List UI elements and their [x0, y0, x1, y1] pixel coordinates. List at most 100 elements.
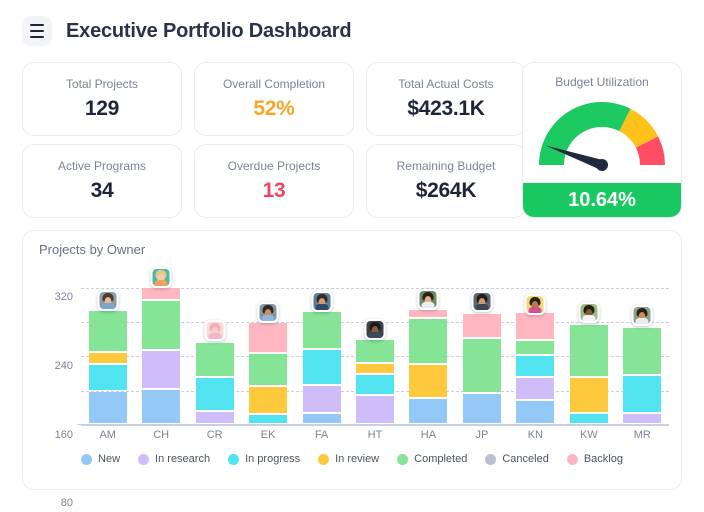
kpi-card-remaining-budget[interactable]: Remaining Budget $264K	[366, 144, 526, 218]
bar-segment[interactable]	[463, 394, 501, 423]
bar-column[interactable]	[188, 279, 241, 425]
avatar-body	[262, 315, 275, 321]
bar-segment[interactable]	[570, 414, 608, 423]
legend-label: Backlog	[584, 453, 623, 465]
y-axis-tick: 80	[61, 497, 73, 509]
bar-segment[interactable]	[196, 343, 234, 376]
bar-segment[interactable]	[249, 323, 287, 352]
owner-avatar[interactable]	[578, 302, 599, 323]
legend-item[interactable]: In progress	[228, 453, 300, 465]
kpi-label: Overdue Projects	[228, 159, 321, 173]
bar-segment[interactable]	[463, 314, 501, 337]
bar-segment[interactable]	[89, 365, 127, 390]
bar-column[interactable]	[616, 279, 669, 425]
chart-x-labels: AMCHCREKFAHTHAJPKNKWMR	[81, 429, 669, 441]
bar-segment[interactable]	[249, 415, 287, 423]
bar-segment[interactable]	[570, 325, 608, 376]
owner-avatar[interactable]	[151, 267, 172, 288]
owner-avatar[interactable]	[311, 291, 332, 312]
kpi-card-total-actual-costs[interactable]: Total Actual Costs $423.1K	[366, 62, 526, 136]
legend-item[interactable]: Completed	[397, 453, 467, 465]
y-axis-tick: 160	[55, 429, 73, 441]
bar-segment[interactable]	[409, 310, 447, 318]
gauge-value-banner: 10.64%	[523, 183, 681, 217]
bar-segment[interactable]	[142, 351, 180, 388]
owner-avatar[interactable]	[418, 289, 439, 310]
bar-segment[interactable]	[409, 319, 447, 363]
bar-segment[interactable]	[142, 288, 180, 299]
gauge-chart	[527, 95, 677, 173]
x-axis-label: JP	[455, 429, 508, 441]
legend-item[interactable]: Backlog	[567, 453, 623, 465]
bar-segment[interactable]	[516, 401, 554, 423]
bar-segment[interactable]	[249, 354, 287, 385]
bar-segment[interactable]	[516, 341, 554, 354]
bar-segment[interactable]	[623, 414, 661, 423]
bar-column[interactable]	[348, 279, 401, 425]
kpi-value: $264K	[416, 179, 476, 203]
x-axis-label: MR	[616, 429, 669, 441]
bar-column[interactable]	[402, 279, 455, 425]
bar-segment[interactable]	[356, 375, 394, 395]
bar-segment[interactable]	[356, 364, 394, 373]
bar-segment[interactable]	[516, 356, 554, 376]
owner-avatar[interactable]	[525, 294, 546, 315]
chart-title: Projects by Owner	[39, 242, 145, 257]
kpi-card-overdue-projects[interactable]: Overdue Projects 13	[194, 144, 354, 218]
bar-segment[interactable]	[303, 350, 341, 383]
bar-segment[interactable]	[303, 414, 341, 423]
owner-avatar[interactable]	[204, 320, 225, 341]
kpi-card-active-programs[interactable]: Active Programs 34	[22, 144, 182, 218]
legend-item[interactable]: New	[81, 453, 120, 465]
bar-column[interactable]	[134, 279, 187, 425]
bar-stack	[89, 311, 127, 425]
bar-segment[interactable]	[516, 378, 554, 399]
x-axis-label: AM	[81, 429, 134, 441]
legend-label: In review	[335, 453, 379, 465]
gauge-value-text: 10.64%	[568, 189, 636, 212]
bar-segment[interactable]	[303, 312, 341, 348]
owner-avatar[interactable]	[632, 305, 653, 326]
bar-segment[interactable]	[142, 390, 180, 423]
bar-stack	[356, 340, 394, 425]
bar-segment[interactable]	[409, 365, 447, 397]
legend-item[interactable]: In research	[138, 453, 210, 465]
bar-segment[interactable]	[142, 301, 180, 349]
bar-segment[interactable]	[356, 396, 394, 423]
kpi-card-total-projects[interactable]: Total Projects 129	[22, 62, 182, 136]
bar-column[interactable]	[509, 279, 562, 425]
kpi-card-overall-completion[interactable]: Overall Completion 52%	[194, 62, 354, 136]
avatar-body	[315, 304, 328, 310]
bar-segment[interactable]	[89, 311, 127, 351]
bar-column[interactable]	[241, 279, 294, 425]
bar-segment[interactable]	[570, 378, 608, 411]
bar-segment[interactable]	[89, 353, 127, 363]
bar-segment[interactable]	[409, 399, 447, 423]
bar-segment[interactable]	[356, 340, 394, 362]
owner-avatar[interactable]	[471, 291, 492, 312]
bar-segment[interactable]	[303, 386, 341, 412]
legend-item[interactable]: In review	[318, 453, 379, 465]
bar-stack	[409, 310, 447, 425]
bar-segment[interactable]	[623, 328, 661, 374]
bar-segment[interactable]	[463, 339, 501, 391]
bar-segment[interactable]	[196, 412, 234, 423]
bar-segment[interactable]	[89, 392, 127, 423]
budget-utilization-card[interactable]: Budget Utilization 10.64%	[522, 62, 682, 218]
bar-segment[interactable]	[196, 378, 234, 410]
bar-segment[interactable]	[623, 376, 661, 411]
owner-avatar[interactable]	[364, 319, 385, 340]
hamburger-menu-icon[interactable]	[22, 16, 52, 46]
legend-label: Canceled	[502, 453, 548, 465]
owner-avatar[interactable]	[258, 302, 279, 323]
bar-column[interactable]	[81, 279, 134, 425]
owner-avatar[interactable]	[97, 290, 118, 311]
bar-column[interactable]	[562, 279, 615, 425]
y-axis-tick: 240	[55, 360, 73, 372]
legend-color-dot	[485, 454, 496, 465]
bar-segment[interactable]	[516, 313, 554, 340]
legend-item[interactable]: Canceled	[485, 453, 548, 465]
bar-segment[interactable]	[249, 387, 287, 414]
bar-column[interactable]	[455, 279, 508, 425]
bar-column[interactable]	[295, 279, 348, 425]
